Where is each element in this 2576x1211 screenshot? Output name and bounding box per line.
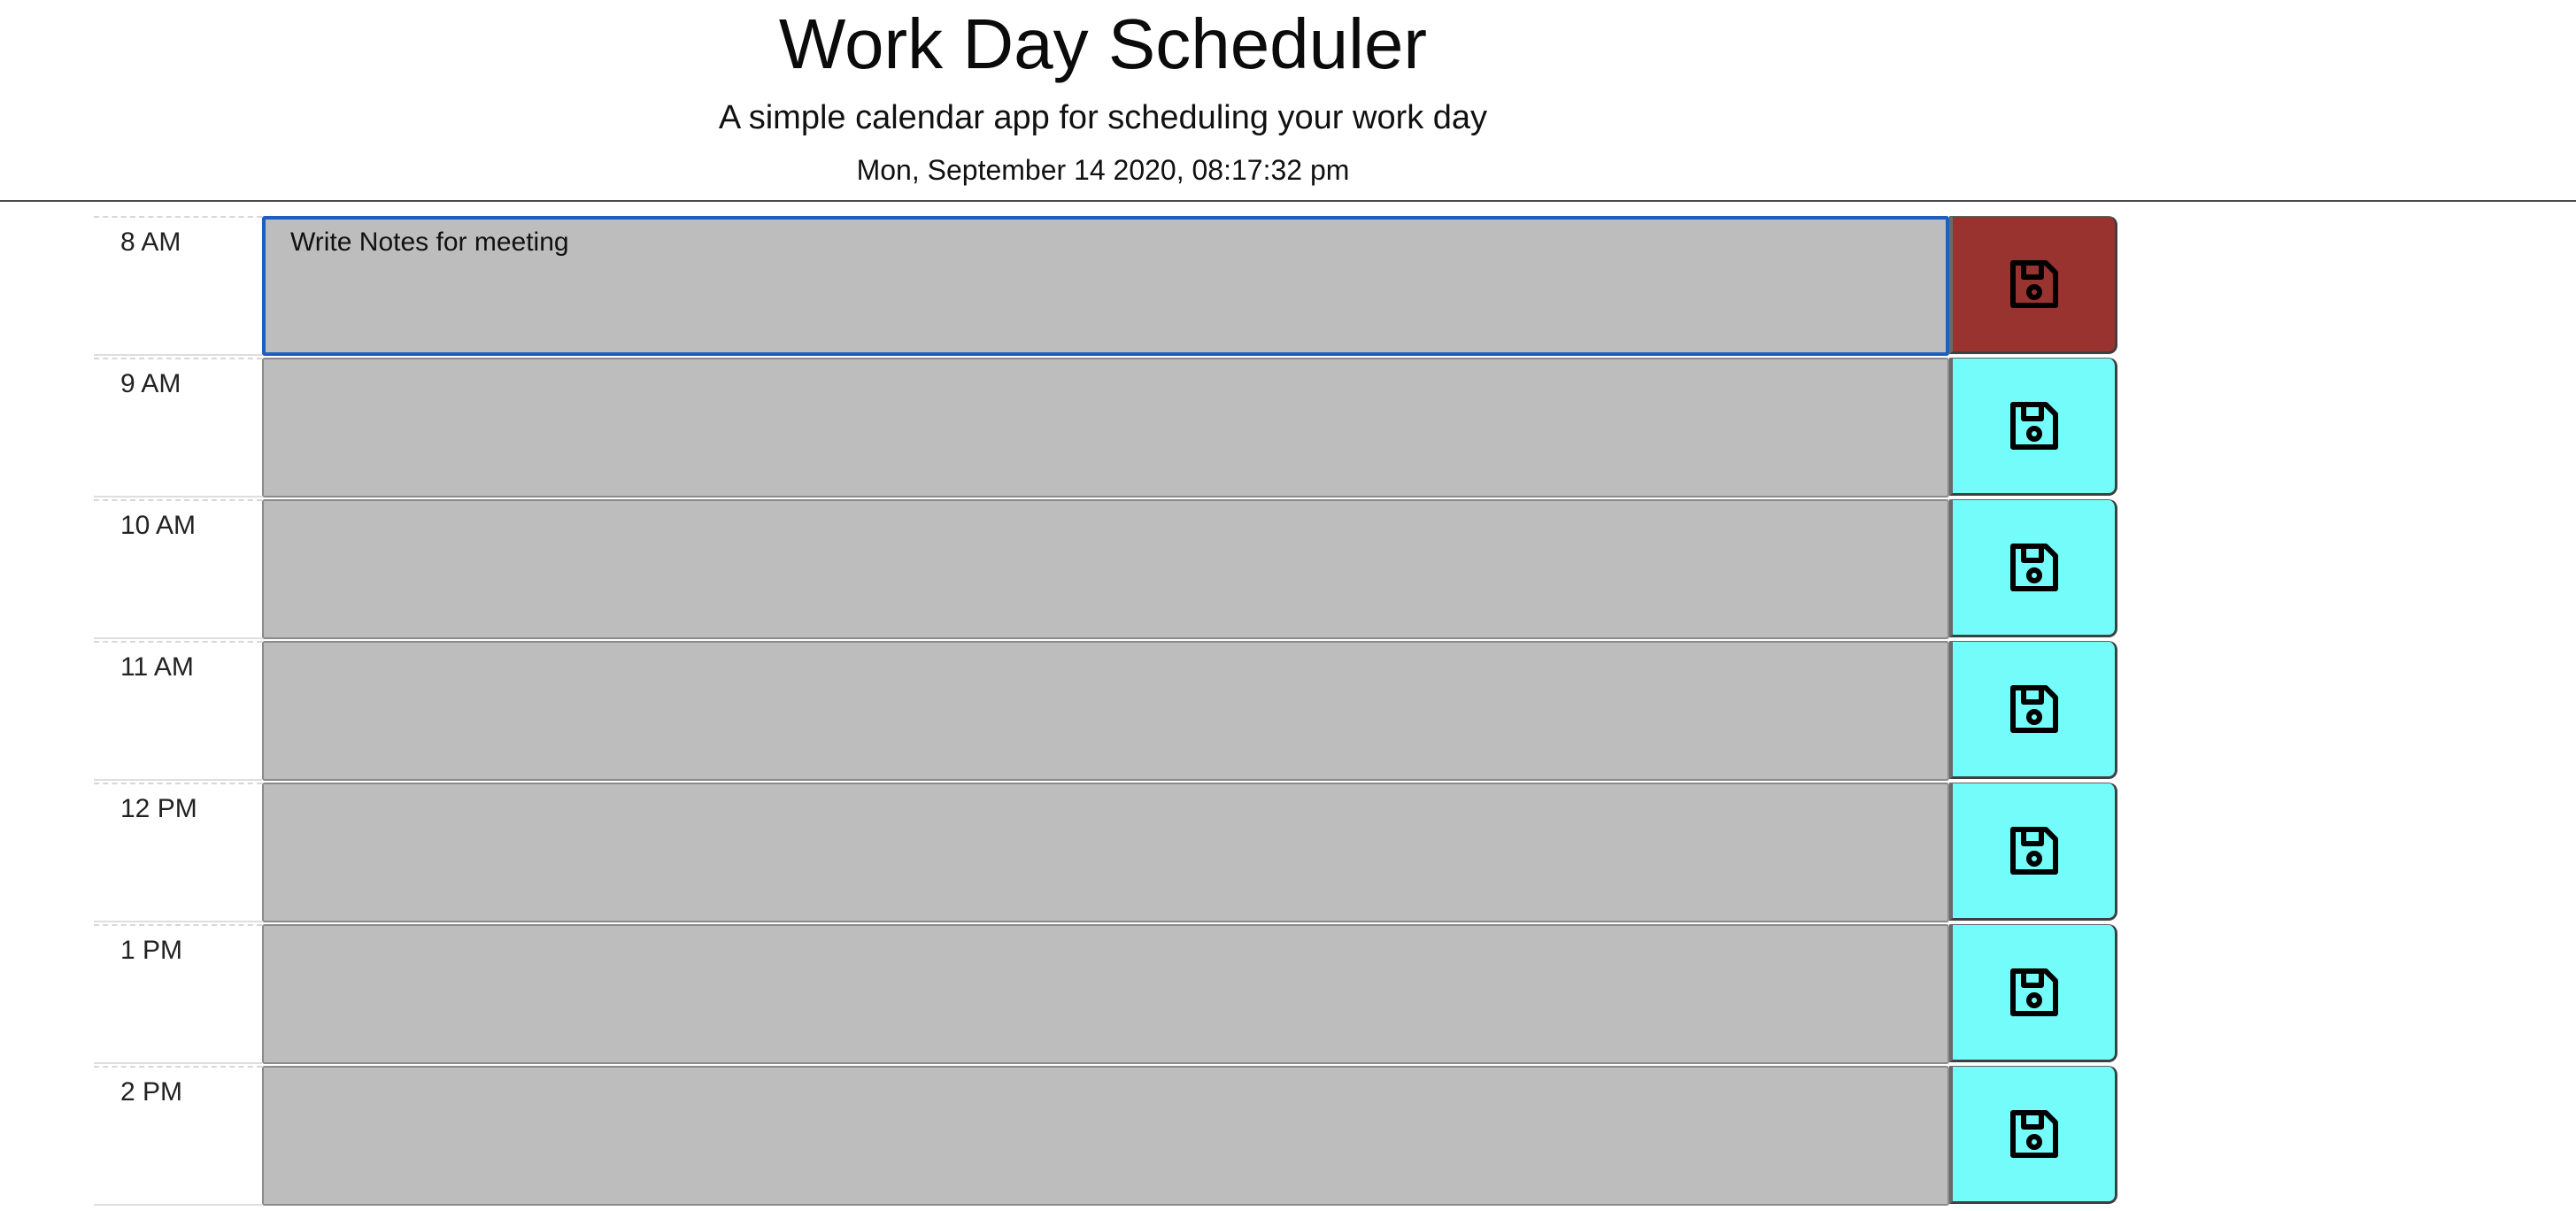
schedule-list: 8 AM Write Notes for meeting 9 AM 10 AM … bbox=[94, 216, 2117, 1207]
current-day: Mon, September 14 2020, 08:17:32 pm bbox=[856, 154, 1350, 186]
time-block-1pm: 1 PM bbox=[94, 924, 2117, 1066]
hour-label: 9 AM bbox=[94, 358, 262, 498]
time-block-10am: 10 AM bbox=[94, 499, 2117, 641]
event-description-field[interactable] bbox=[262, 358, 1949, 498]
floppy-disk-save-icon bbox=[2006, 822, 2063, 879]
page-subtitle: A simple calendar app for scheduling you… bbox=[718, 99, 1488, 136]
hour-label: 12 PM bbox=[94, 783, 262, 922]
floppy-disk-save-icon bbox=[2006, 681, 2063, 737]
header: Work Day Scheduler A simple calendar app… bbox=[0, 0, 2576, 202]
time-block-11am: 11 AM bbox=[94, 641, 2117, 783]
save-button[interactable] bbox=[1949, 216, 2117, 354]
time-block-2pm: 2 PM bbox=[94, 1066, 2117, 1207]
floppy-disk-save-icon bbox=[2006, 256, 2063, 312]
time-block-9am: 9 AM bbox=[94, 358, 2117, 499]
floppy-disk-save-icon bbox=[2006, 539, 2063, 596]
floppy-disk-save-icon bbox=[2006, 964, 2063, 1021]
event-description-field[interactable] bbox=[262, 783, 1949, 922]
event-description-field[interactable] bbox=[262, 924, 1949, 1064]
save-button[interactable] bbox=[1949, 358, 2117, 496]
floppy-disk-save-icon bbox=[2006, 397, 2063, 454]
time-block-12pm: 12 PM bbox=[94, 783, 2117, 924]
save-button[interactable] bbox=[1949, 924, 2117, 1062]
event-description-field[interactable]: Write Notes for meeting bbox=[262, 216, 1949, 356]
hour-label: 1 PM bbox=[94, 924, 262, 1064]
hour-label: 2 PM bbox=[94, 1066, 262, 1206]
hour-label: 11 AM bbox=[94, 641, 262, 781]
page-title: Work Day Scheduler bbox=[778, 4, 1428, 83]
save-button[interactable] bbox=[1949, 499, 2117, 637]
time-block-8am: 8 AM Write Notes for meeting bbox=[94, 216, 2117, 358]
event-description-field[interactable] bbox=[262, 641, 1949, 781]
event-description-field[interactable] bbox=[262, 499, 1949, 639]
hour-label: 10 AM bbox=[94, 499, 262, 639]
save-button[interactable] bbox=[1949, 641, 2117, 779]
save-button[interactable] bbox=[1949, 1066, 2117, 1204]
save-button[interactable] bbox=[1949, 783, 2117, 921]
event-description-field[interactable] bbox=[262, 1066, 1949, 1206]
floppy-disk-save-icon bbox=[2006, 1106, 2063, 1162]
hour-label: 8 AM bbox=[94, 216, 262, 356]
